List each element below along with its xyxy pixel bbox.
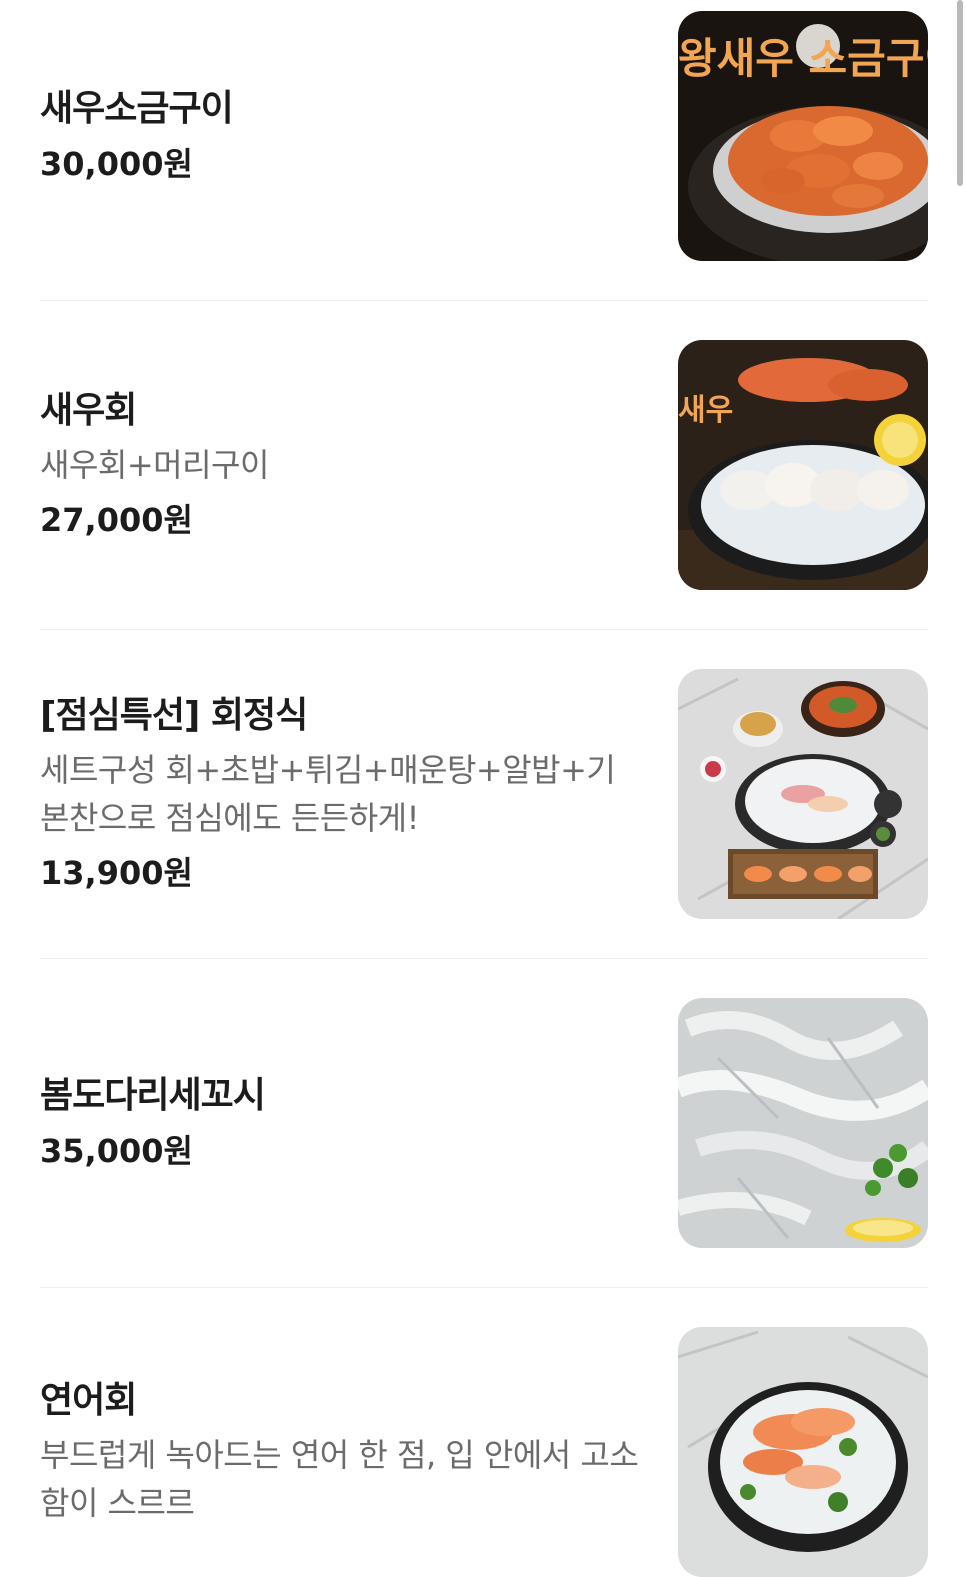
divider: [40, 300, 928, 301]
menu-item-lunch-set[interactable]: [점심특선] 회정식 세트구성 회+초밥+튀김+매운탕+알밥+기본찬으로 점심에…: [40, 669, 928, 919]
menu-item-text: 봄도다리세꼬시 35,000원: [40, 998, 640, 1248]
lunch-set-photo[interactable]: [678, 669, 928, 919]
divider: [40, 629, 928, 630]
flounder-sashimi-photo[interactable]: [678, 998, 928, 1248]
menu-item-text: 연어회 부드럽게 녹아드는 연어 한 점, 입 안에서 고소함이 스르르: [40, 1327, 640, 1577]
menu-item-price: 13,900원: [40, 854, 193, 892]
menu-item-description: 세트구성 회+초밥+튀김+매운탕+알밥+기본찬으로 점심에도 든든하게!: [40, 751, 616, 837]
menu-item-price: 27,000원: [40, 501, 193, 539]
menu-item-name: 새우회: [40, 390, 137, 431]
salmon-sashimi-photo[interactable]: [678, 1327, 928, 1577]
menu-item-description: 부드럽게 녹아드는 연어 한 점, 입 안에서 고소함이 스르르: [40, 1436, 639, 1522]
menu-item-name: 새우소금구이: [40, 88, 234, 129]
menu-item-salmon-sashimi[interactable]: 연어회 부드럽게 녹아드는 연어 한 점, 입 안에서 고소함이 스르르: [40, 1327, 928, 1577]
svg-text:왕새우 소금구이: 왕새우 소금구이: [678, 34, 928, 83]
menu-item-name: 연어회: [40, 1380, 137, 1421]
menu-item-flounder-sashimi[interactable]: 봄도다리세꼬시 35,000원: [40, 998, 928, 1248]
menu-item-name: 봄도다리세꼬시: [40, 1075, 266, 1116]
menu-item-raw-shrimp[interactable]: 새우회 새우회+머리구이 27,000원 새우: [40, 340, 928, 590]
menu-item-price: 30,000원: [40, 145, 193, 183]
raw-shrimp-photo[interactable]: 새우: [678, 340, 928, 590]
menu-item-salt-grilled-shrimp[interactable]: 새우소금구이 30,000원 왕새우 소금구이: [40, 11, 928, 261]
menu-item-text: 새우회 새우회+머리구이 27,000원: [40, 340, 640, 590]
divider: [40, 1287, 928, 1288]
menu-item-name: [점심특선] 회정식: [40, 695, 308, 736]
menu-item-description: 새우회+머리구이: [40, 446, 269, 484]
menu-item-text: 새우소금구이 30,000원: [40, 11, 640, 261]
svg-text:새우: 새우: [678, 393, 733, 428]
divider: [40, 958, 928, 959]
menu-item-text: [점심특선] 회정식 세트구성 회+초밥+튀김+매운탕+알밥+기본찬으로 점심에…: [40, 669, 640, 919]
scrollbar[interactable]: [957, 0, 963, 186]
menu-item-price: 35,000원: [40, 1132, 193, 1170]
salt-grilled-shrimp-photo[interactable]: 왕새우 소금구이: [678, 11, 928, 261]
